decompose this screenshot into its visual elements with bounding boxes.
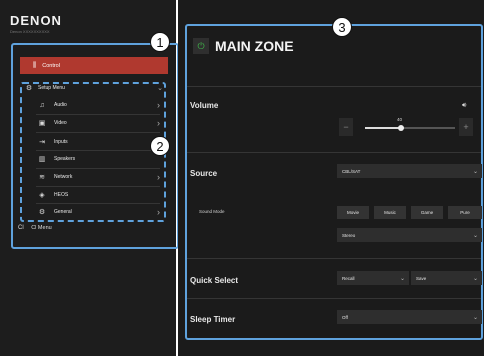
sleep-timer-select[interactable]: Off ⌄ [337,310,482,324]
volume-down-button[interactable]: − [339,118,353,136]
music-note-icon: ♫ [39,101,45,109]
sound-mode-select[interactable]: Stereo ⌄ [337,228,482,242]
sidebar-item-video[interactable]: ▣ Video › [36,116,162,130]
volume-up-button[interactable]: + [459,118,473,136]
sound-mode-label: Sound Mode [199,209,225,214]
power-icon[interactable]: ⏻ [193,38,209,54]
speakers-icon: ▥ [38,156,46,163]
volume-slider-handle[interactable] [398,125,404,131]
quick-select-save[interactable]: Save ⌄ [411,271,482,285]
sidebar-item-inputs[interactable]: ⇥ Inputs [36,135,162,149]
cl-menu-label: Cl Menu [31,225,52,231]
speaker-icon[interactable]: 🔊︎ [462,102,466,110]
brand-logo: DENON [10,13,62,28]
gear-icon: ⚙ [38,209,46,216]
callout-2: 2 [150,136,170,156]
chevron-right-icon: › [157,207,160,217]
control-button[interactable]: ⫼ Control [20,57,168,74]
sidebar-item-network[interactable]: ≋ Network › [36,170,162,184]
cl-menu-icon: Cl [18,225,24,231]
wifi-icon: ≋ [39,174,45,181]
model-name: Denon XXXXXXXXXX [10,29,50,34]
sidebar-item-label: HEOS [54,192,69,198]
divider [36,186,160,187]
setup-menu-toggle[interactable]: ⚙ Setup Menu ⌄ [25,81,165,95]
sidebar-item-audio[interactable]: ♫ Audio › [36,98,162,112]
chevron-down-icon: ⌄ [472,168,478,175]
sidebar-item-label: Audio [54,102,67,108]
volume-value: 40 [397,117,403,122]
chevron-down-icon: ⌄ [472,314,478,321]
quick-select-label: Quick Select [190,276,239,285]
chevron-down-icon: ⌄ [157,85,163,92]
sidebar-item-general[interactable]: ⚙ General › [36,205,162,219]
callout-3: 3 [332,17,352,37]
sound-mode-music-button[interactable]: Music [374,206,406,219]
sidebar-item-speakers[interactable]: ▥ Speakers [36,152,162,166]
divider [36,132,160,133]
source-value: CBL/SAT [342,168,361,174]
save-label: Save [416,275,427,281]
sound-mode-game-button[interactable]: Game [411,206,443,219]
sound-mode-value: Stereo [342,232,356,238]
chevron-down-icon: ⌄ [399,275,405,282]
divider [36,168,160,169]
divider [187,298,481,299]
divider [187,152,481,153]
sidebar-item-label: Video [54,120,67,126]
divider [187,258,481,259]
volume-slider[interactable] [365,125,455,131]
page-title: MAIN ZONE [215,38,294,54]
sliders-icon: ⫼ [33,61,37,69]
divider [36,150,160,151]
recall-label: Recall [342,275,355,281]
sidebar-item-heos[interactable]: ◈ HEOS [36,188,162,202]
heos-icon: ◈ [39,192,45,199]
setup-menu-label: Setup Menu [38,85,65,91]
volume-slider-fill [365,127,401,129]
sound-mode-pure-button[interactable]: Pure [448,206,482,219]
sleep-timer-label: Sleep Timer [190,315,236,324]
wrench-gear-icon: ⚙ [25,85,33,92]
sleep-timer-value: Off [342,314,348,320]
source-select[interactable]: CBL/SAT ⌄ [337,164,482,178]
chevron-down-icon: ⌄ [472,232,478,239]
divider [36,114,160,115]
chevron-right-icon: › [157,118,160,128]
sidebar-item-cl-menu[interactable]: Cl Cl Menu [18,225,52,231]
control-label: Control [42,62,60,69]
callout-region-3 [185,24,483,340]
input-icon: ⇥ [39,139,45,146]
sidebar-item-label: Speakers [54,156,76,162]
sidebar-item-label: General [54,209,72,215]
chevron-right-icon: › [157,172,160,182]
divider [36,203,160,204]
sidebar-item-label: Network [54,174,73,180]
quick-select-recall[interactable]: Recall ⌄ [337,271,409,285]
source-label: Source [190,169,218,178]
volume-label: Volume [190,101,219,110]
chevron-down-icon: ⌄ [472,275,478,282]
callout-1: 1 [150,32,170,52]
sound-mode-movie-button[interactable]: Movie [337,206,369,219]
chevron-right-icon: › [157,100,160,110]
sidebar-item-label: Inputs [54,139,68,145]
divider [187,86,481,87]
video-icon: ▣ [38,120,46,127]
